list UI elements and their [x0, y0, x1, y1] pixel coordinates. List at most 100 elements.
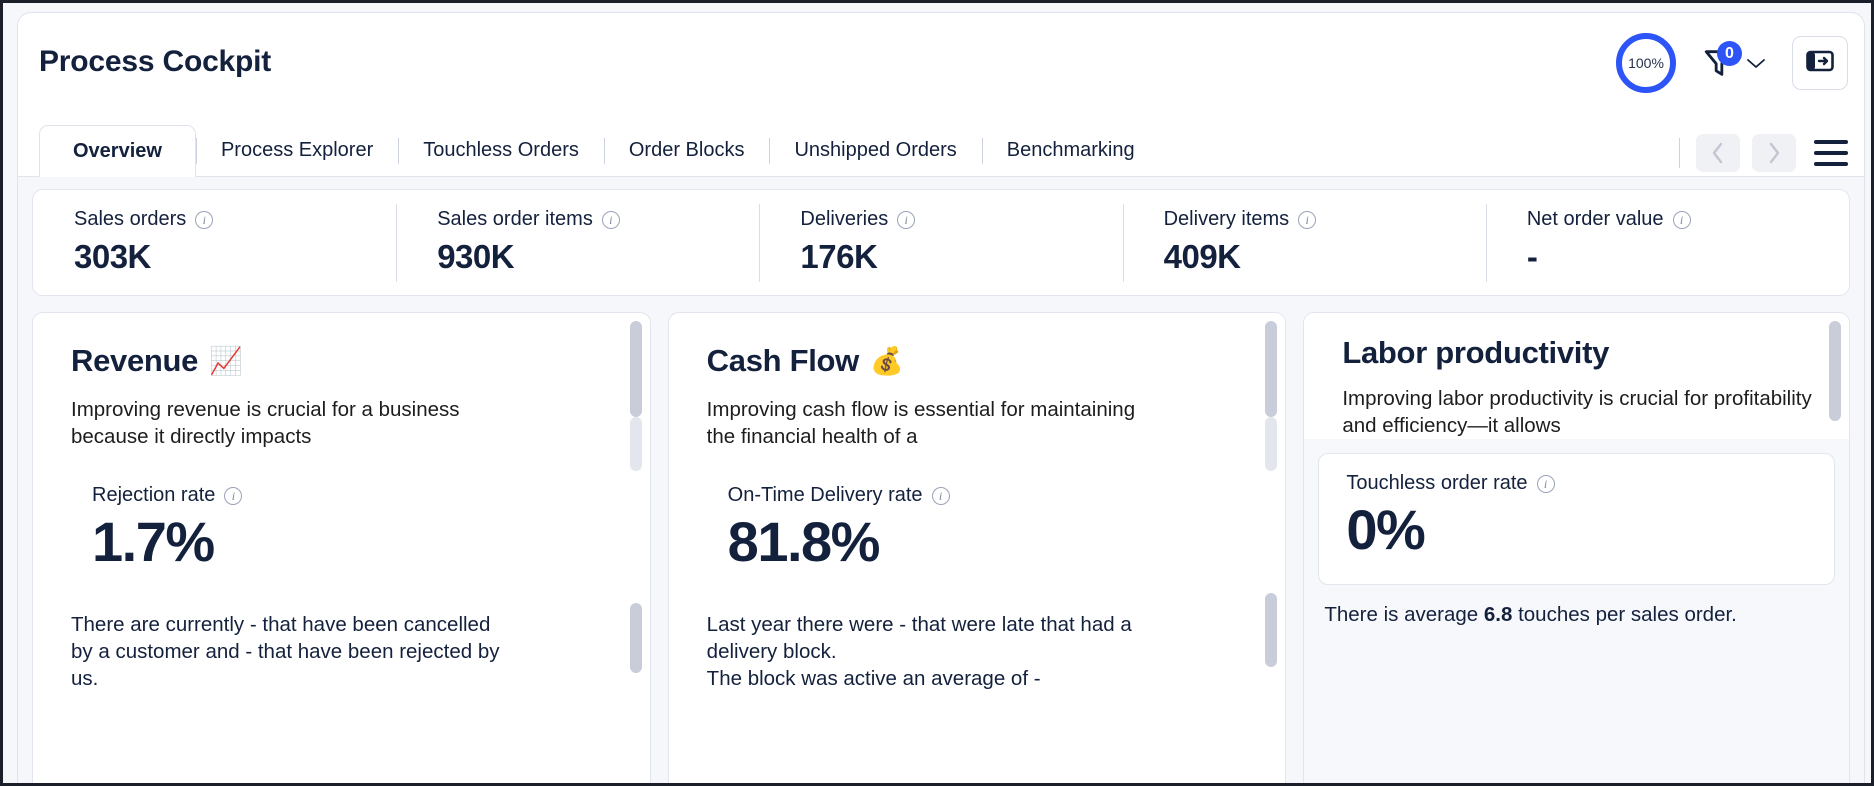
- kpi-net-order-value: Net order value i -: [1485, 190, 1849, 295]
- metric-label-text: Touchless order rate: [1346, 472, 1528, 495]
- kpi-value: 930K: [437, 238, 515, 275]
- metric-label-text: Rejection rate: [92, 484, 216, 507]
- tab-touchless-orders[interactable]: Touchless Orders: [398, 124, 604, 176]
- scrollbar-thumb-outer[interactable]: [1829, 321, 1842, 421]
- kpi-sales-orders: Sales orders i 303K: [33, 190, 396, 295]
- card-header-block: Labor productivity Improving labor produ…: [1304, 313, 1850, 440]
- metric-value: 1.7%: [92, 510, 215, 574]
- card-scrollbar[interactable]: [629, 321, 642, 783]
- card-note: There are currently - that have been can…: [71, 612, 500, 691]
- chevron-down-icon[interactable]: [1746, 57, 1766, 75]
- kpi-value: 303K: [74, 238, 151, 275]
- card-scrollbar[interactable]: [1829, 321, 1842, 783]
- tab-unshipped-orders[interactable]: Unshipped Orders: [769, 124, 981, 176]
- tab-process-explorer[interactable]: Process Explorer: [195, 124, 398, 176]
- card-title-text: Revenue: [71, 343, 199, 378]
- data-load-progress-ring[interactable]: 100%: [1616, 33, 1676, 93]
- kpi-label-text: Deliveries: [800, 208, 889, 230]
- kpi-value: -: [1526, 238, 1538, 275]
- tab-bar-controls: [1679, 134, 1848, 172]
- tab-separator: [981, 138, 983, 164]
- card-description: Improving cash flow is essential for mai…: [706, 398, 1136, 449]
- tab-overview[interactable]: Overview: [39, 125, 196, 177]
- filter-count-badge: 0: [1717, 41, 1742, 66]
- chart-increasing-emoji: 📈: [209, 346, 243, 376]
- funnel-icon[interactable]: 0: [1702, 41, 1742, 80]
- kpi-sales-order-items: Sales order items i 930K: [396, 190, 759, 295]
- card-description: Improving revenue is crucial for a busin…: [71, 398, 460, 449]
- kpi-label-text: Delivery items: [1163, 208, 1290, 230]
- metric-rejection-rate: Rejection rate i 1.7%: [71, 484, 616, 574]
- tab-label: Process Explorer: [220, 138, 374, 161]
- metric-value: 81.8%: [727, 510, 881, 574]
- metric-touchless-order-rate: Touchless order rate i 0%: [1318, 453, 1836, 585]
- card-revenue: Revenue 📈 Improving revenue is crucial f…: [32, 312, 651, 783]
- metric-label: Touchless order rate i: [1346, 472, 1834, 495]
- filter-control[interactable]: 0: [1702, 41, 1766, 80]
- tab-controls-divider: [1679, 138, 1680, 168]
- tab-separator: [603, 138, 605, 164]
- tabs-scroll-next-button[interactable]: [1752, 134, 1796, 172]
- info-icon[interactable]: i: [897, 210, 916, 229]
- kpi-delivery-items: Delivery items i 409K: [1122, 190, 1486, 295]
- card-title: Revenue 📈: [71, 343, 616, 379]
- scrollbar-thumb-inner[interactable]: [1265, 593, 1278, 667]
- kpi-value: 176K: [800, 238, 878, 275]
- kpi-label-text: Sales order items: [437, 208, 593, 230]
- hamburger-menu-icon[interactable]: [1814, 140, 1848, 166]
- kpi-label-text: Sales orders: [74, 208, 187, 230]
- scrollbar-thumb-inner-track: [629, 417, 642, 471]
- tab-order-blocks[interactable]: Order Blocks: [603, 124, 770, 176]
- metric-label-text: On-Time Delivery rate: [727, 484, 923, 507]
- metric-value: 0%: [1346, 498, 1425, 562]
- burger-line: [1814, 162, 1848, 166]
- info-icon[interactable]: i: [224, 486, 243, 505]
- kpi-value: 409K: [1163, 238, 1241, 275]
- info-icon[interactable]: i: [1536, 474, 1555, 493]
- tabs-scroll-prev-button[interactable]: [1696, 134, 1740, 172]
- info-icon[interactable]: i: [1298, 210, 1317, 229]
- card-note: There is average 6.8 touches per sales o…: [1304, 585, 1849, 628]
- scrollbar-thumb-inner[interactable]: [629, 603, 642, 673]
- card-description: Improving labor productivity is crucial …: [1342, 387, 1812, 438]
- kpi-label: Deliveries i: [800, 208, 1122, 231]
- dashboard-body: Sales orders i 303K Sales order items i …: [18, 177, 1864, 783]
- kpi-label: Sales orders i: [74, 208, 396, 231]
- kpi-label: Delivery items i: [1164, 208, 1486, 231]
- info-icon[interactable]: i: [1672, 210, 1691, 229]
- card-title: Labor productivity: [1342, 335, 1815, 371]
- page-title: Process Cockpit: [39, 45, 272, 78]
- kpi-label-text: Net order value: [1526, 208, 1664, 230]
- card-cash-flow: Cash Flow 💰 Improving cash flow is essen…: [667, 312, 1287, 783]
- tab-separator: [398, 138, 400, 164]
- card-note-suffix: touches per sales order.: [1512, 602, 1737, 626]
- kpi-deliveries: Deliveries i 176K: [759, 190, 1122, 295]
- scrollbar-thumb-outer[interactable]: [629, 321, 642, 417]
- tab-label: Benchmarking: [1006, 138, 1135, 161]
- card-scrollbar[interactable]: [1265, 321, 1278, 783]
- card-title-text: Labor productivity: [1342, 335, 1610, 370]
- scrollbar-thumb-inner-track: [1265, 417, 1278, 471]
- main-panel: Process Cockpit 100% 0 Overview Process …: [17, 12, 1865, 783]
- tab-label: Touchless Orders: [423, 138, 579, 161]
- app-window: Process Cockpit 100% 0 Overview Process …: [0, 0, 1874, 786]
- scrollbar-thumb-outer[interactable]: [1265, 321, 1278, 417]
- open-side-panel-button[interactable]: [1792, 36, 1848, 90]
- tab-label: Order Blocks: [628, 138, 745, 161]
- info-icon[interactable]: i: [195, 210, 214, 229]
- tab-label: Overview: [73, 139, 162, 162]
- tab-benchmarking[interactable]: Benchmarking: [981, 124, 1160, 176]
- info-icon[interactable]: i: [601, 210, 620, 229]
- burger-line: [1814, 140, 1848, 144]
- panel-open-icon: [1806, 49, 1834, 78]
- tab-label: Unshipped Orders: [794, 138, 957, 161]
- tab-separator: [769, 138, 771, 164]
- header-actions: 100% 0: [1616, 33, 1848, 93]
- card-labor-productivity: Labor productivity Improving labor produ…: [1303, 312, 1851, 783]
- info-icon[interactable]: i: [931, 486, 950, 505]
- kpi-strip: Sales orders i 303K Sales order items i …: [32, 189, 1850, 296]
- progress-ring-label: 100%: [1628, 55, 1664, 71]
- kpi-label: Net order value i: [1527, 208, 1849, 231]
- page-header: Process Cockpit 100% 0: [18, 13, 1864, 125]
- card-note-prefix: There is average: [1324, 602, 1484, 626]
